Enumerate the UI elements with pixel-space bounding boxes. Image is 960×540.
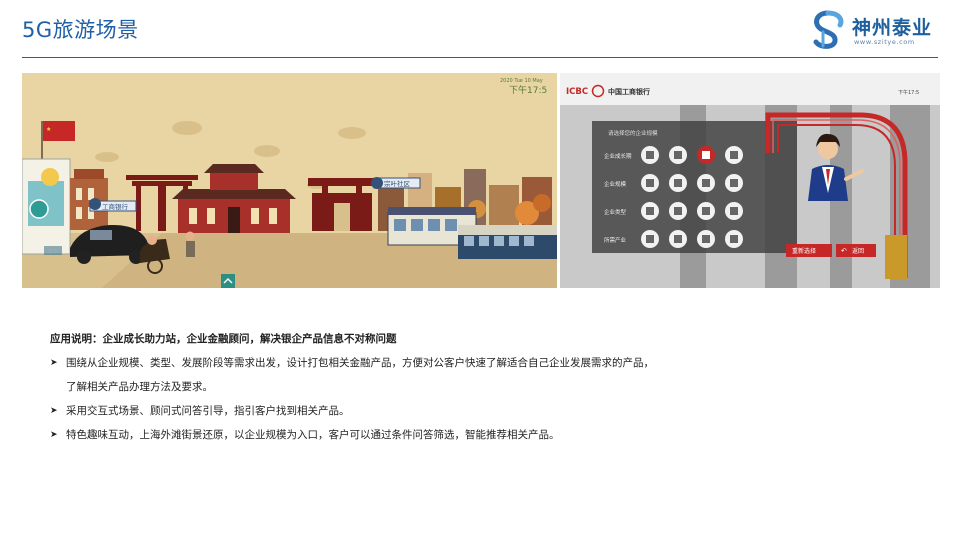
question-prompt: 请选择您的企业规模 <box>608 129 658 137</box>
option-icon <box>702 207 710 215</box>
option-button[interactable] <box>725 202 743 220</box>
bullet-arrow-icon: ➤ <box>50 406 58 416</box>
option-button[interactable] <box>697 174 715 192</box>
option-button[interactable] <box>641 146 659 164</box>
option-button[interactable] <box>725 174 743 192</box>
svg-text:返回: 返回 <box>852 248 864 255</box>
company-logo: 神州泰业 www.szitye.com <box>808 10 940 50</box>
option-button[interactable] <box>697 202 715 220</box>
icbc-advisor-screenshot: ICBC 中国工商银行 下午17:5 请选择您的企业规模 企业成长期企业规模企业… <box>560 73 940 288</box>
option-icon <box>702 151 710 159</box>
option-icon <box>646 207 654 215</box>
status-time: 下午17:5 <box>898 89 919 96</box>
scene-date: 2020 Tue 10 May <box>500 78 543 84</box>
svg-text:宗叶社区: 宗叶社区 <box>384 179 411 188</box>
option-button[interactable] <box>641 174 659 192</box>
option-button[interactable] <box>697 230 715 248</box>
description-heading: 应用说明：企业成长助力站，企业金融顾问，解决银企产品信息不对称问题 <box>50 333 397 345</box>
option-icon <box>646 179 654 187</box>
option-row-label: 企业类型 <box>604 208 627 216</box>
option-row-label: 所需产业 <box>604 236 627 244</box>
bullet-arrow-icon: ➤ <box>50 430 58 440</box>
option-button[interactable] <box>725 230 743 248</box>
title-divider <box>22 57 938 58</box>
option-icon <box>730 179 738 187</box>
svg-text:中国工商银行: 中国工商银行 <box>608 87 650 96</box>
option-button[interactable] <box>669 230 687 248</box>
scene-time: 下午17:5 <box>509 84 547 96</box>
community-tag[interactable]: 宗叶社区 <box>371 177 421 189</box>
svg-text:★: ★ <box>46 126 51 133</box>
option-icon <box>702 235 710 243</box>
option-icon <box>674 179 682 187</box>
option-button[interactable] <box>697 146 715 164</box>
svg-text:ICBC: ICBC <box>566 87 588 97</box>
option-button[interactable] <box>669 146 687 164</box>
option-button[interactable] <box>669 174 687 192</box>
logo-name: 神州泰业 <box>852 17 933 39</box>
option-icon <box>730 235 738 243</box>
option-icon <box>674 235 682 243</box>
option-icon <box>702 179 710 187</box>
tourism-scene-screenshot: 2020 Tue 10 May 下午17:5 ★ 本站 <box>22 73 557 288</box>
option-row-label: 企业规模 <box>604 180 627 188</box>
option-icon <box>646 151 654 159</box>
option-icon <box>646 235 654 243</box>
option-icon <box>674 151 682 159</box>
reselect-button[interactable]: 重新选择 <box>786 244 832 257</box>
back-button[interactable]: ↶ 返回 <box>836 244 876 257</box>
option-button[interactable] <box>641 202 659 220</box>
page-title: 5G旅游场景 <box>22 18 139 42</box>
option-icon <box>674 207 682 215</box>
bullet-arrow-icon: ➤ <box>50 358 58 368</box>
logo-url: www.szitye.com <box>854 38 915 46</box>
bullet-1: ➤ 围绕从企业规模、类型、发展阶段等需求出发，设计打包相关金融产品，方便对公客户… <box>50 351 910 375</box>
option-row-label: 企业成长期 <box>604 152 632 160</box>
description-block: 应用说明：企业成长助力站，企业金融顾问，解决银企产品信息不对称问题 ➤ 围绕从企… <box>50 327 910 447</box>
svg-text:重新选择: 重新选择 <box>792 247 816 255</box>
option-button[interactable] <box>641 230 659 248</box>
svg-text:工商银行: 工商银行 <box>102 202 129 211</box>
bullet-2: ➤ 采用交互式场景、顾问式问答引导，指引客户找到相关产品。 <box>50 399 910 423</box>
back-arrow-icon: ↶ <box>841 247 847 255</box>
option-button[interactable] <box>725 146 743 164</box>
bullet-1-continued: 了解相关产品办理方法及要求。 <box>66 381 213 393</box>
scroll-up-button[interactable] <box>221 274 235 288</box>
bullet-3: ➤ 特色趣味互动，上海外滩街景还原，以企业规模为入口，客户可以通过条件问答筛选，… <box>50 423 910 447</box>
icbc-logo: ICBC 中国工商银行 <box>566 84 650 98</box>
option-icon <box>730 207 738 215</box>
logo-mark-icon <box>813 10 844 49</box>
option-button[interactable] <box>669 202 687 220</box>
option-icon <box>730 151 738 159</box>
